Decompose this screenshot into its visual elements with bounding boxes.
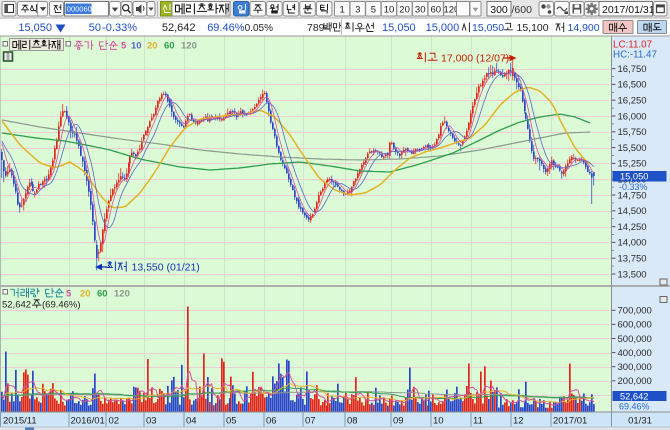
svg-text:000060: 000060 bbox=[67, 4, 92, 13]
svg-text:13,750: 13,750 bbox=[618, 254, 647, 265]
svg-text:04: 04 bbox=[186, 416, 197, 427]
svg-text:(69.46%): (69.46%) bbox=[42, 300, 81, 311]
svg-text:06: 06 bbox=[266, 416, 277, 427]
svg-text:52,642: 52,642 bbox=[162, 22, 196, 34]
svg-text:5: 5 bbox=[66, 289, 72, 300]
svg-text:/600: /600 bbox=[512, 4, 533, 16]
svg-text:2016/01: 2016/01 bbox=[71, 416, 105, 427]
svg-text:16,250: 16,250 bbox=[618, 96, 647, 107]
svg-text:60: 60 bbox=[431, 5, 442, 16]
svg-text:60: 60 bbox=[97, 289, 108, 300]
svg-text:2015/11: 2015/11 bbox=[3, 416, 37, 427]
svg-text:1: 1 bbox=[340, 5, 345, 16]
svg-text:500,000: 500,000 bbox=[618, 334, 652, 345]
svg-text:120: 120 bbox=[181, 41, 197, 52]
svg-text:69.46%: 69.46% bbox=[207, 22, 245, 34]
svg-text:15,050: 15,050 bbox=[18, 22, 52, 34]
svg-text:20: 20 bbox=[147, 41, 158, 52]
svg-text:09: 09 bbox=[393, 416, 404, 427]
svg-text:13,500: 13,500 bbox=[618, 269, 647, 280]
svg-text:14,000: 14,000 bbox=[618, 238, 647, 249]
svg-text:400,000: 400,000 bbox=[618, 348, 652, 359]
svg-text:15,050: 15,050 bbox=[620, 172, 648, 182]
svg-text:13,550 (01/21): 13,550 (01/21) bbox=[132, 262, 200, 274]
svg-text:60: 60 bbox=[164, 41, 175, 52]
svg-text:3: 3 bbox=[355, 5, 360, 16]
svg-text:2017/01: 2017/01 bbox=[553, 416, 587, 427]
svg-text:20: 20 bbox=[80, 289, 91, 300]
svg-text:10: 10 bbox=[384, 5, 395, 16]
svg-text:01/31: 01/31 bbox=[628, 416, 652, 427]
svg-text:15,050: 15,050 bbox=[382, 22, 416, 34]
svg-text:52,642: 52,642 bbox=[620, 392, 648, 402]
svg-text:5: 5 bbox=[121, 41, 127, 52]
svg-text:12: 12 bbox=[513, 416, 524, 427]
svg-text:15,250: 15,250 bbox=[618, 159, 647, 170]
svg-text:5: 5 bbox=[371, 5, 376, 16]
svg-text:HC:-11.47: HC:-11.47 bbox=[613, 50, 657, 61]
svg-text:11: 11 bbox=[473, 416, 483, 427]
svg-text:05: 05 bbox=[226, 416, 237, 427]
svg-text:0.05%: 0.05% bbox=[245, 23, 273, 34]
svg-text:15,050: 15,050 bbox=[472, 22, 504, 34]
svg-text:300: 300 bbox=[490, 4, 508, 16]
svg-text:16,750: 16,750 bbox=[618, 64, 647, 75]
svg-text:15,750: 15,750 bbox=[618, 127, 647, 138]
svg-text:07: 07 bbox=[305, 416, 316, 427]
svg-text:14,900: 14,900 bbox=[568, 22, 600, 34]
svg-text:02: 02 bbox=[109, 416, 120, 427]
svg-text:-0.33%: -0.33% bbox=[102, 22, 137, 34]
svg-text:52,642: 52,642 bbox=[2, 300, 31, 311]
svg-text:15,100: 15,100 bbox=[517, 22, 549, 34]
svg-text:16,000: 16,000 bbox=[618, 111, 647, 122]
svg-text:-0.33%: -0.33% bbox=[619, 182, 648, 192]
svg-text:08: 08 bbox=[347, 416, 358, 427]
svg-text:14,500: 14,500 bbox=[618, 206, 647, 217]
svg-text:300,000: 300,000 bbox=[618, 362, 652, 373]
svg-text:700,000: 700,000 bbox=[618, 306, 652, 317]
svg-text:2017/01/31: 2017/01/31 bbox=[602, 4, 655, 16]
svg-text:50: 50 bbox=[89, 22, 101, 34]
svg-text:20: 20 bbox=[399, 5, 410, 16]
svg-text:14,250: 14,250 bbox=[618, 222, 647, 233]
svg-text:69.46%: 69.46% bbox=[619, 402, 650, 412]
svg-text:17,000 (12/07): 17,000 (12/07) bbox=[441, 53, 509, 65]
svg-text:200,000: 200,000 bbox=[618, 376, 652, 387]
svg-text:600,000: 600,000 bbox=[618, 320, 652, 331]
svg-text:10: 10 bbox=[131, 41, 142, 52]
svg-text:789: 789 bbox=[307, 22, 325, 34]
svg-text:15,500: 15,500 bbox=[618, 143, 647, 154]
svg-text:30: 30 bbox=[415, 5, 426, 16]
svg-text:15,000: 15,000 bbox=[426, 22, 460, 34]
svg-text:03: 03 bbox=[146, 416, 157, 427]
svg-text:120: 120 bbox=[114, 289, 130, 300]
svg-text:10: 10 bbox=[433, 416, 444, 427]
svg-text:16,500: 16,500 bbox=[618, 80, 647, 91]
